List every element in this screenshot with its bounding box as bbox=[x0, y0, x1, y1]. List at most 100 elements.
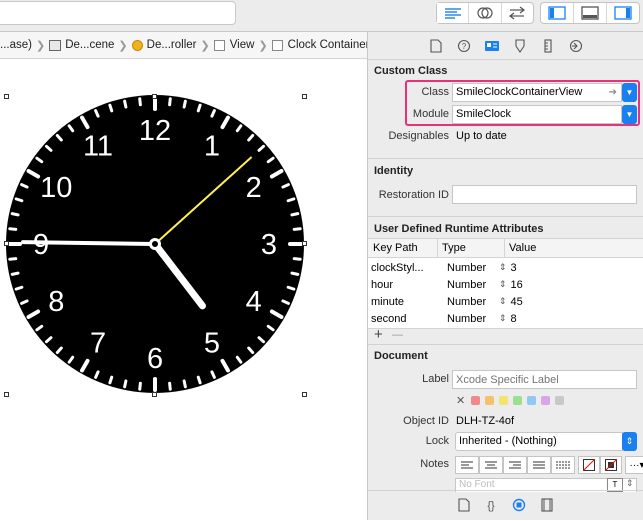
column-header-type[interactable]: Type bbox=[442, 242, 466, 254]
lock-select[interactable]: Inherited - (Nothing) bbox=[455, 432, 623, 451]
value-cell[interactable]: 45 bbox=[511, 296, 523, 308]
add-attribute-button[interactable]: + bbox=[374, 326, 383, 343]
column-header-value[interactable]: Value bbox=[509, 242, 536, 254]
tab-file[interactable] bbox=[426, 36, 446, 56]
tab-quick-help[interactable]: ? bbox=[454, 36, 474, 56]
justify-button[interactable] bbox=[527, 456, 551, 474]
text-color-button[interactable] bbox=[578, 456, 600, 474]
center-dot bbox=[152, 241, 158, 247]
natural-align-button[interactable] bbox=[551, 456, 575, 474]
more-options-button[interactable]: ···▾ bbox=[625, 456, 643, 474]
color-swatch[interactable] bbox=[541, 396, 551, 405]
clock-tick bbox=[182, 379, 187, 389]
resize-handle[interactable] bbox=[302, 392, 307, 397]
breadcrumb-item-clock-container[interactable]: Clock Container bbox=[271, 39, 369, 51]
resize-handle[interactable] bbox=[302, 94, 307, 99]
align-right-button[interactable] bbox=[503, 456, 527, 474]
key-path-cell[interactable]: second bbox=[368, 313, 443, 325]
key-path-cell[interactable]: clockStyl... bbox=[368, 262, 443, 274]
tab-file-template[interactable] bbox=[458, 497, 470, 515]
tab-media-library[interactable] bbox=[540, 497, 554, 515]
module-label: Module bbox=[412, 108, 449, 120]
venn-icon bbox=[477, 7, 493, 19]
standard-editor-button[interactable] bbox=[437, 3, 470, 23]
resize-handle[interactable] bbox=[152, 94, 157, 99]
braces-icon: {} bbox=[487, 500, 495, 512]
clock-view[interactable]: 12 12 3 45 6 78 9 10 11 bbox=[0, 59, 367, 520]
tab-code-snippet[interactable]: {} bbox=[484, 498, 498, 515]
breadcrumb-item-storyboard[interactable]: ...ase) ❯ bbox=[0, 39, 49, 52]
tab-attributes[interactable] bbox=[510, 36, 530, 56]
resize-handle[interactable] bbox=[152, 392, 157, 397]
module-dropdown-button[interactable]: ▼ bbox=[622, 105, 637, 124]
type-stepper-icon[interactable]: ⇕ bbox=[499, 296, 507, 307]
document-title: Document bbox=[374, 350, 428, 362]
resize-handle[interactable] bbox=[4, 94, 9, 99]
xcode-label-input[interactable] bbox=[452, 370, 637, 389]
align-center-button[interactable] bbox=[479, 456, 503, 474]
column-header-key-path[interactable]: Key Path bbox=[373, 242, 418, 254]
color-swatch[interactable] bbox=[471, 396, 481, 405]
toggle-utilities-button[interactable] bbox=[607, 3, 639, 23]
type-stepper-icon[interactable]: ⇕ bbox=[499, 262, 507, 273]
clock-tick bbox=[138, 381, 142, 391]
storyboard-canvas[interactable]: 12 1 2 3 4 5 6 7 8 9 10 11 bbox=[0, 59, 367, 520]
resize-handle[interactable] bbox=[4, 392, 9, 397]
lock-dropdown-button[interactable]: ⇕ bbox=[622, 432, 637, 451]
type-cell[interactable]: Number bbox=[443, 279, 495, 291]
toggle-navigator-button[interactable] bbox=[541, 3, 574, 23]
clock-numeral: 7 bbox=[90, 328, 106, 360]
tab-connections[interactable] bbox=[566, 36, 586, 56]
clock-tick bbox=[8, 227, 18, 231]
table-row[interactable]: clockStyl... Number ⇕ 3 bbox=[368, 259, 643, 276]
restoration-id-field[interactable] bbox=[452, 185, 637, 204]
type-stepper-icon[interactable]: ⇕ bbox=[499, 279, 507, 290]
breadcrumb-item-controller[interactable]: De...roller ❯ bbox=[131, 39, 214, 52]
tab-size[interactable] bbox=[538, 36, 558, 56]
tab-identity[interactable] bbox=[482, 36, 502, 56]
class-field[interactable]: SmileClockContainerView ➔ bbox=[452, 83, 622, 102]
version-editor-button[interactable] bbox=[502, 3, 533, 23]
tab-object-library[interactable] bbox=[512, 498, 526, 515]
table-row[interactable]: minute Number ⇕ 45 bbox=[368, 293, 643, 310]
color-swatch[interactable] bbox=[555, 396, 565, 405]
class-dropdown-button[interactable]: ▼ bbox=[622, 83, 637, 102]
type-cell[interactable]: Number bbox=[443, 313, 495, 325]
align-left-button[interactable] bbox=[455, 456, 479, 474]
value-cell[interactable]: 8 bbox=[511, 313, 517, 325]
color-swatch[interactable] bbox=[499, 396, 509, 405]
color-swatch[interactable] bbox=[513, 396, 523, 405]
resize-handle[interactable] bbox=[302, 241, 307, 246]
assistant-editor-button[interactable] bbox=[469, 3, 502, 23]
lines-icon bbox=[444, 8, 461, 19]
type-cell[interactable]: Number bbox=[443, 296, 495, 308]
module-field[interactable]: SmileClock bbox=[452, 105, 622, 124]
key-path-cell[interactable]: minute bbox=[368, 296, 443, 308]
color-swatch[interactable] bbox=[527, 396, 537, 405]
breadcrumb-item-scene[interactable]: De...cene ❯ bbox=[49, 39, 131, 52]
label-color-picker: ✕ bbox=[456, 394, 569, 407]
stepper-icon[interactable]: ⇕ bbox=[626, 478, 634, 489]
key-path-cell[interactable]: hour bbox=[368, 279, 443, 291]
clock-tick bbox=[286, 285, 296, 291]
clear-color-icon[interactable]: ✕ bbox=[456, 394, 465, 407]
ellipsis-icon: ···▾ bbox=[629, 459, 643, 471]
color-swatch[interactable] bbox=[485, 396, 495, 405]
designables-value: Up to date bbox=[456, 130, 507, 142]
view-icon bbox=[213, 39, 225, 51]
go-arrow-icon[interactable]: ➔ bbox=[609, 84, 617, 101]
resize-handle[interactable] bbox=[4, 241, 9, 246]
table-row[interactable]: second Number ⇕ 8 bbox=[368, 310, 643, 327]
type-stepper-icon[interactable]: ⇕ bbox=[499, 313, 507, 324]
value-cell[interactable]: 16 bbox=[511, 279, 523, 291]
background-color-button[interactable] bbox=[600, 456, 622, 474]
value-cell[interactable]: 3 bbox=[511, 262, 517, 274]
type-cell[interactable]: Number bbox=[443, 262, 495, 274]
table-row[interactable]: hour Number ⇕ 16 bbox=[368, 276, 643, 293]
svg-text:{}: {} bbox=[487, 500, 495, 512]
clock-tick bbox=[123, 99, 128, 109]
toggle-debug-button[interactable] bbox=[574, 3, 607, 23]
breadcrumb-item-view[interactable]: View ❯ bbox=[213, 39, 272, 52]
remove-attribute-button[interactable]: — bbox=[392, 329, 403, 341]
library-tabs: {} bbox=[368, 490, 643, 521]
